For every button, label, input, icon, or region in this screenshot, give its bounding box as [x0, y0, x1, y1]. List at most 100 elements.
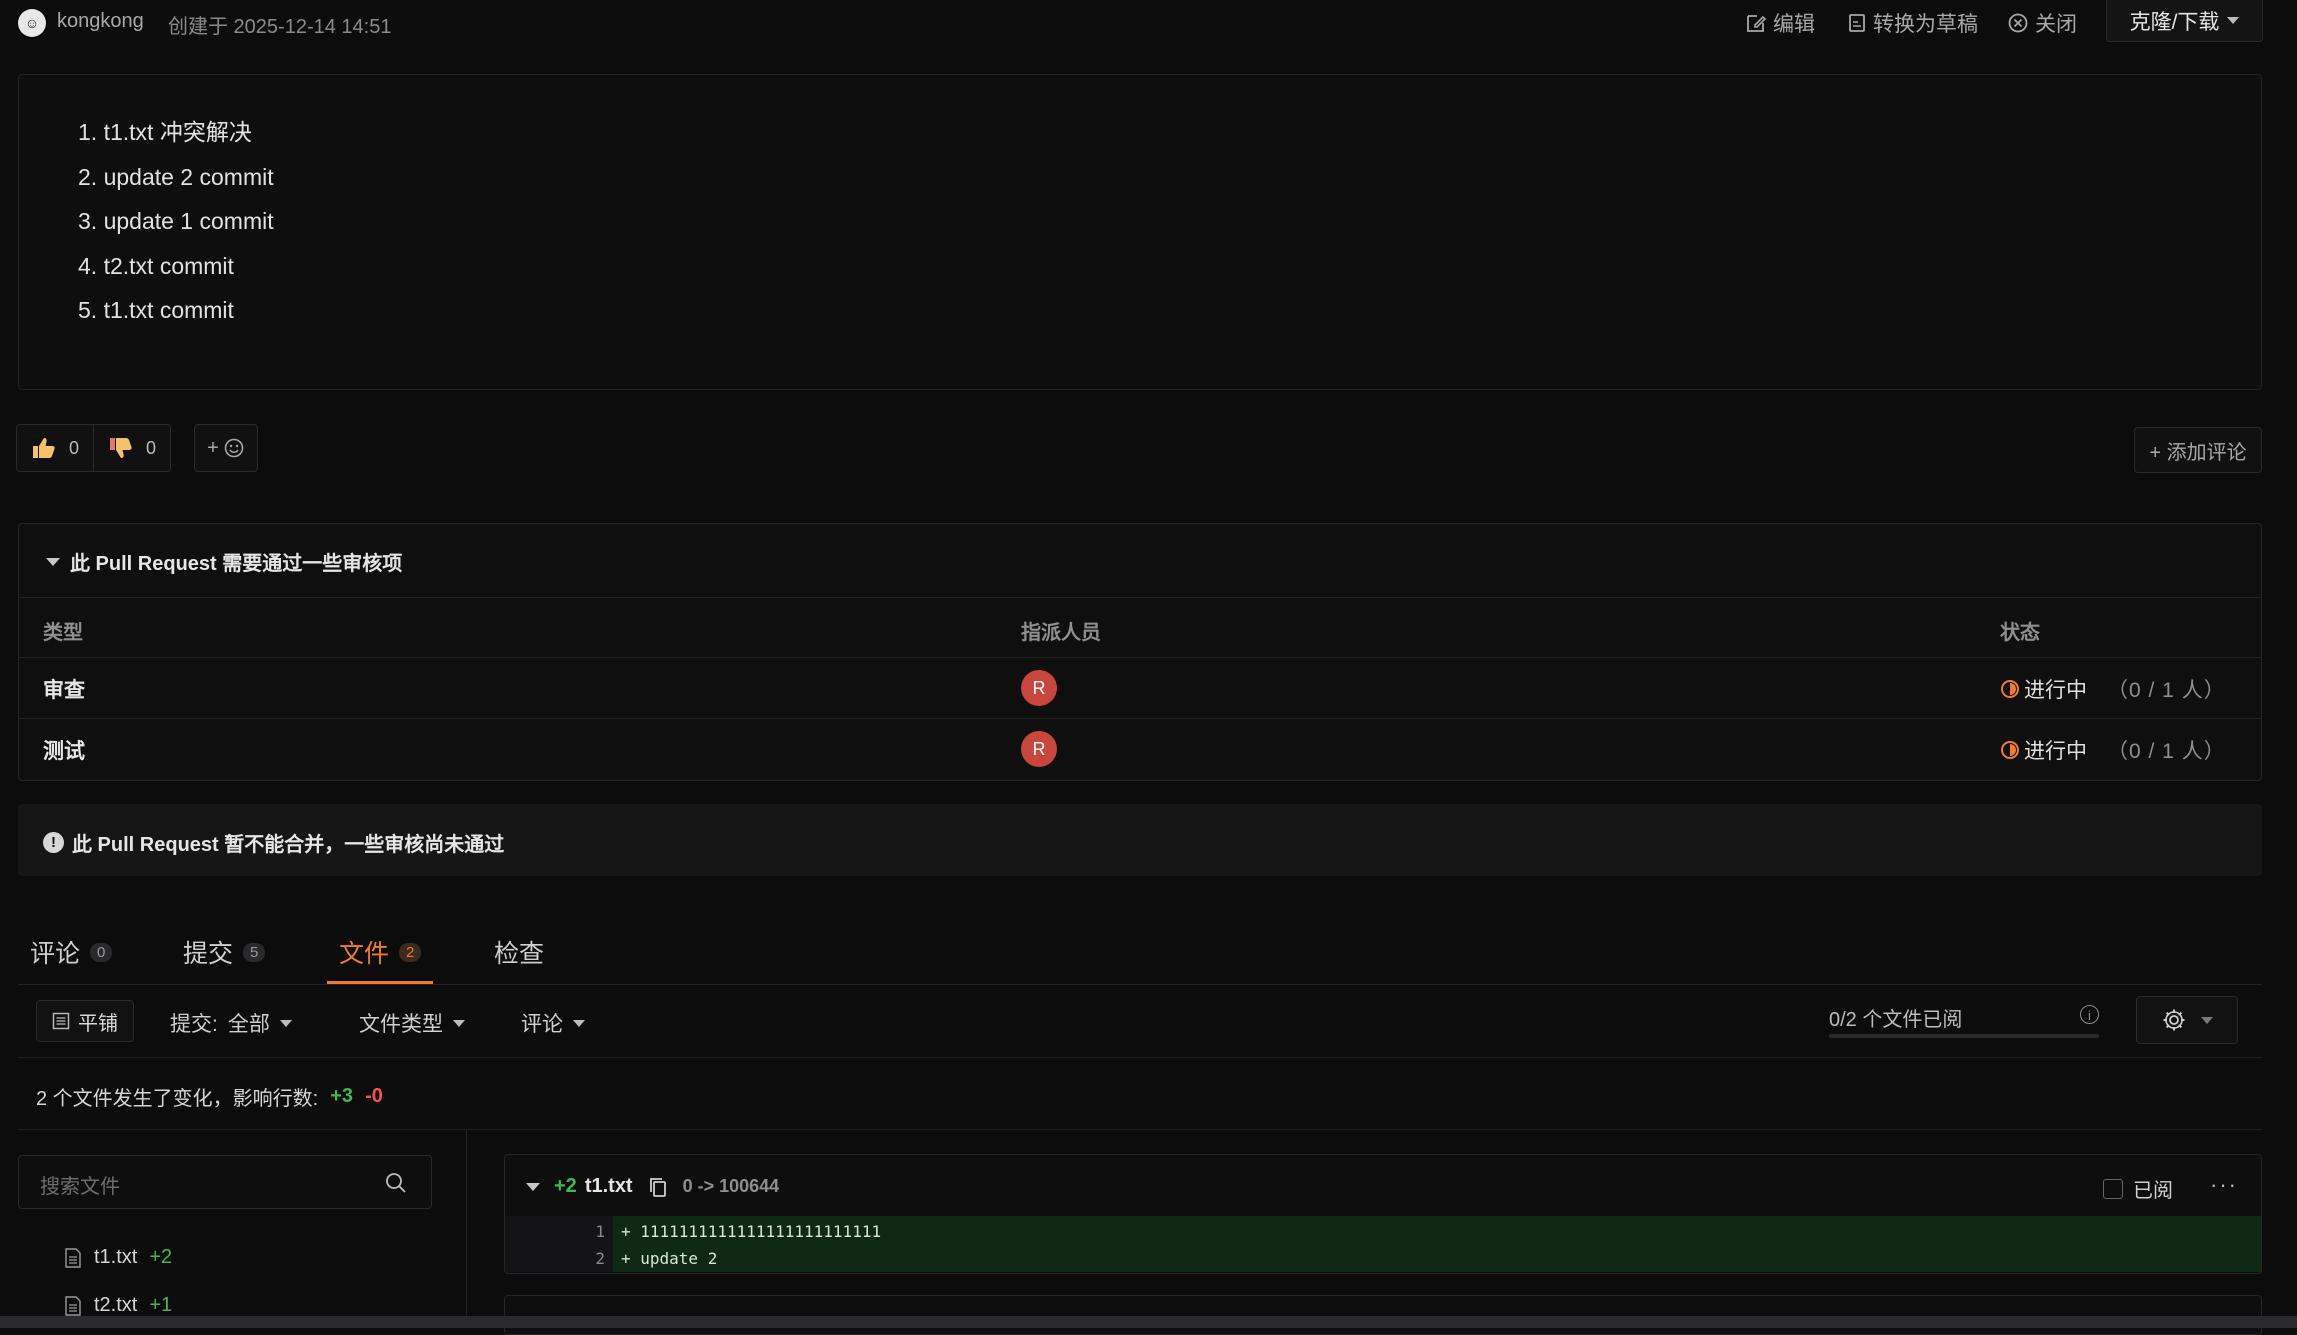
diff-settings-button[interactable]: [2136, 996, 2238, 1044]
file-icon: [65, 1295, 81, 1316]
clone-download-dropdown[interactable]: 克隆/下载: [2106, 0, 2263, 42]
description-item: 5. t1.txt commit: [78, 297, 234, 323]
convert-draft-button[interactable]: 转换为草稿: [1847, 8, 1978, 38]
copy-icon[interactable]: [647, 1176, 669, 1198]
file-name: t1.txt: [94, 1246, 138, 1268]
draft-label: 转换为草稿: [1873, 13, 1978, 36]
diff-filename[interactable]: t1.txt: [585, 1175, 633, 1198]
change-summary: 2 个文件发生了变化，影响行数: +3 -0: [36, 1082, 383, 1111]
tab-count-badge: 2: [399, 942, 422, 962]
close-pr-button[interactable]: 关闭: [2007, 8, 2077, 38]
commit-filter-label: 提交:: [170, 1013, 218, 1036]
thumbs-up-button[interactable]: 0: [17, 425, 93, 471]
tab-checks[interactable]: 检查: [494, 934, 544, 970]
add-reaction-button[interactable]: +: [194, 424, 258, 472]
file-diff-card: [504, 1295, 2262, 1335]
collapse-icon[interactable]: [526, 1182, 540, 1191]
status-text: 进行中: [2024, 679, 2087, 702]
pr-description-card: [18, 74, 2262, 390]
search-icon[interactable]: [384, 1171, 408, 1195]
dislike-count: 0: [146, 437, 157, 458]
review-row-status: 进行中 （0 / 1 人）: [2000, 735, 2226, 765]
commit-filter-dropdown[interactable]: 提交: 全部: [170, 1008, 292, 1038]
list-icon: [52, 1012, 70, 1030]
file-tree-item[interactable]: t1.txt +2: [64, 1246, 172, 1269]
chevron-down-icon: [279, 1019, 292, 1027]
pr-description-list: 1. t1.txt 冲突解决 2. update 2 commit 3. upd…: [78, 114, 274, 337]
chevron-down-icon: [2227, 17, 2240, 24]
author-name[interactable]: kongkong: [57, 10, 144, 33]
plus-label: +: [207, 436, 219, 459]
review-progress-count: （0 / 1 人）: [2107, 679, 2226, 702]
mark-viewed-checkbox[interactable]: 已阅: [2103, 1174, 2173, 1203]
file-changes: +2: [149, 1246, 173, 1268]
chevron-down-icon: [573, 1019, 585, 1027]
thumbs-down-icon: [110, 438, 132, 458]
in-progress-icon: [2001, 741, 2019, 759]
tile-view-button[interactable]: 平铺: [36, 1000, 134, 1042]
edit-button[interactable]: 编辑: [1745, 8, 1815, 38]
divider: [19, 597, 2261, 598]
tab-commits[interactable]: 提交 5: [183, 934, 266, 970]
description-item: 4. t2.txt commit: [78, 252, 234, 279]
status-text: 进行中: [2024, 740, 2087, 763]
file-name: t2.txt: [94, 1294, 138, 1316]
tab-label: 检查: [494, 940, 545, 968]
review-row-status: 进行中 （0 / 1 人）: [2000, 674, 2226, 704]
file-changes: +1: [149, 1294, 173, 1316]
comment-filter-dropdown[interactable]: 评论: [521, 1008, 585, 1038]
divider: [19, 718, 2261, 719]
reaction-group: 0 0: [16, 424, 172, 472]
close-circle-icon: [2008, 13, 2028, 33]
file-tree-item[interactable]: t2.txt +1: [64, 1294, 172, 1317]
horizontal-scrollbar[interactable]: [0, 1316, 2297, 1328]
chevron-down-icon: [2201, 1016, 2213, 1024]
divider: [18, 1057, 2262, 1058]
description-item: 3. update 1 commit: [78, 208, 274, 234]
file-tree-divider[interactable]: [466, 1130, 467, 1328]
additions-count: +3: [330, 1085, 354, 1107]
description-item: 2. update 2 commit: [78, 163, 274, 190]
commit-filter-value: 全部: [227, 1013, 270, 1036]
info-icon[interactable]: i: [2080, 1005, 2099, 1024]
filetype-filter-label: 文件类型: [359, 1013, 443, 1036]
diff-additions: +2: [554, 1175, 577, 1197]
edit-label: 编辑: [1773, 13, 1815, 36]
tab-label: 评论: [30, 940, 81, 968]
tab-comments[interactable]: 评论 0: [30, 934, 113, 970]
in-progress-icon: [2001, 680, 2019, 698]
review-row-type: 审查: [43, 679, 85, 702]
tab-files[interactable]: 文件 2: [339, 934, 422, 970]
clone-label: 克隆/下载: [2129, 10, 2220, 34]
add-comment-button[interactable]: + 添加评论: [2134, 427, 2262, 473]
thumbs-down-button[interactable]: 0: [94, 425, 170, 471]
column-header-status: 状态: [2000, 622, 2040, 644]
created-time: 创建于 2025-12-14 14:51: [168, 16, 392, 38]
change-summary-text: 2 个文件发生了变化，影响行数:: [36, 1088, 319, 1110]
line-content: + 1111111111111111111111111: [621, 1222, 882, 1241]
merge-warning-text: 此 Pull Request 暂不能合并，一些审核尚未通过: [72, 834, 505, 856]
assignee-avatar[interactable]: R: [1021, 670, 1057, 706]
merge-warning: ! 此 Pull Request 暂不能合并，一些审核尚未通过: [43, 828, 504, 857]
tile-label: 平铺: [78, 1012, 118, 1035]
line-number: 1: [595, 1222, 605, 1241]
like-count: 0: [69, 437, 80, 458]
review-panel-toggle[interactable]: 此 Pull Request 需要通过一些审核项: [46, 547, 402, 576]
description-item: 1. t1.txt 冲突解决: [78, 119, 252, 145]
line-content: + update 2: [621, 1249, 718, 1268]
more-options-icon[interactable]: ···: [2210, 1172, 2238, 1198]
author-avatar[interactable]: ☺: [18, 9, 46, 37]
collapse-icon: [46, 557, 60, 566]
thumbs-up-icon: [33, 438, 55, 458]
tab-count-badge: 5: [243, 942, 266, 962]
smiley-icon: [224, 438, 244, 458]
checkbox[interactable]: [2103, 1178, 2123, 1199]
column-header-assignee: 指派人员: [1021, 622, 1101, 644]
assignee-avatar[interactable]: R: [1021, 731, 1057, 767]
diff-header: +2 t1.txt 0 -> 100644: [526, 1175, 779, 1198]
gear-icon: [2163, 1009, 2185, 1031]
filetype-filter-dropdown[interactable]: 文件类型: [359, 1008, 465, 1038]
tab-count-badge: 0: [90, 942, 113, 962]
tab-label: 文件: [339, 940, 390, 968]
review-progress-count: （0 / 1 人）: [2107, 740, 2226, 763]
